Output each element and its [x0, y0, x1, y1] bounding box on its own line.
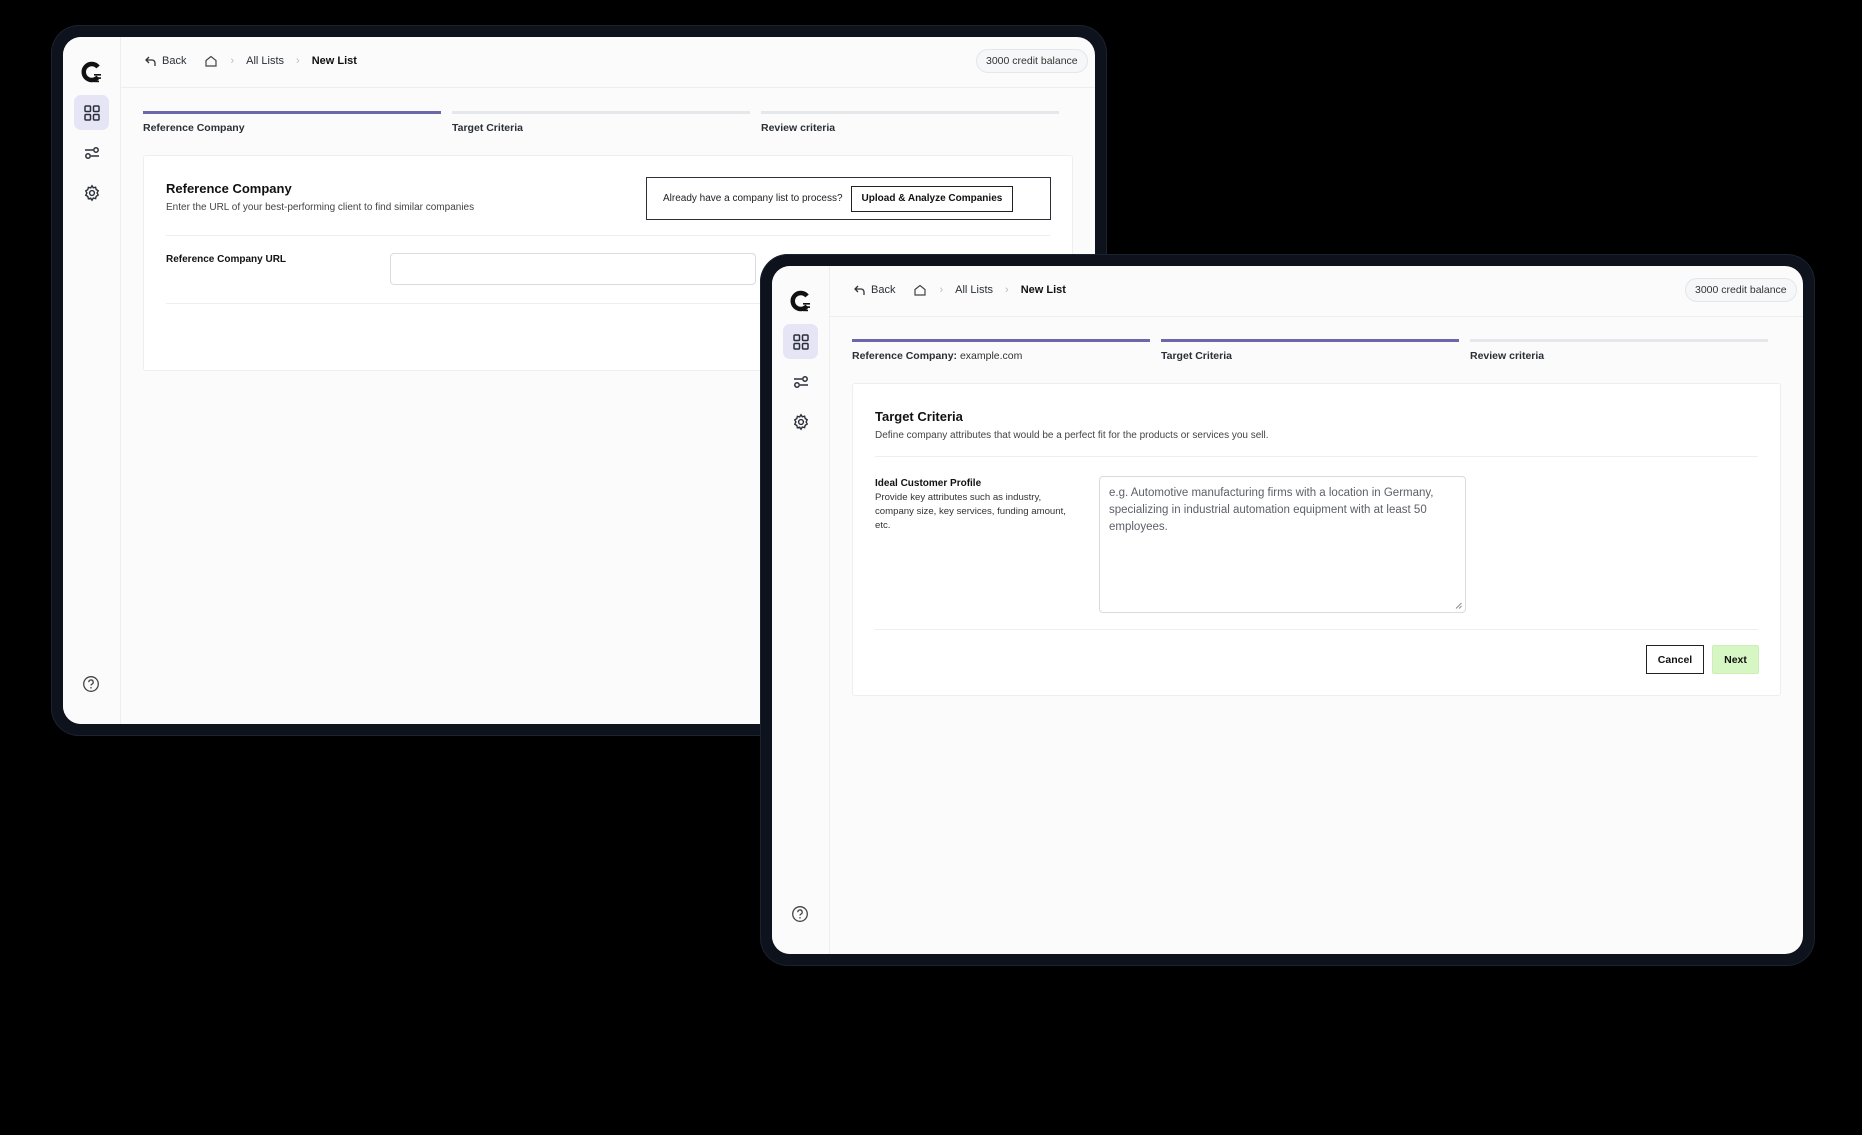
step-progress: Reference Company Target Criteria Review…	[143, 111, 1059, 141]
icp-label: Ideal Customer Profile	[875, 478, 982, 489]
icp-textarea[interactable]: e.g. Automotive manufacturing firms with…	[1099, 476, 1466, 613]
credit-balance-label: 3000 credit balance	[986, 55, 1078, 67]
step-review-criteria[interactable]: Review criteria	[761, 111, 1059, 141]
breadcrumb-all-lists[interactable]: All Lists	[246, 55, 284, 67]
breadcrumb: Back › All Lists › New List	[853, 283, 1066, 297]
sidebar-item-lists[interactable]	[783, 324, 818, 359]
sidebar-item-lists[interactable]	[74, 95, 109, 130]
step-target-criteria[interactable]: Target Criteria	[1161, 339, 1459, 369]
topbar: Back › All Lists › New List 3000 credit …	[829, 266, 1803, 317]
divider	[875, 629, 1758, 630]
sidebar-item-filters[interactable]	[783, 364, 818, 399]
logo-icon[interactable]	[79, 59, 105, 85]
sidebar-item-settings[interactable]	[74, 175, 109, 210]
card-title: Target Criteria	[875, 409, 963, 424]
sidebar-item-filters[interactable]	[74, 135, 109, 170]
credit-balance-label: 3000 credit balance	[1695, 284, 1787, 296]
reference-url-label: Reference Company URL	[166, 254, 287, 265]
step-target-criteria[interactable]: Target Criteria	[452, 111, 750, 141]
chevron-right-icon: ›	[230, 55, 235, 67]
step-review-criteria[interactable]: Review criteria	[1470, 339, 1768, 369]
back-button[interactable]: Back	[853, 284, 895, 297]
credit-balance-badge: 3000 credit balance	[976, 49, 1088, 73]
topbar: Back › All Lists › New List 3000 credit …	[120, 37, 1095, 88]
breadcrumb-new-list: New List	[311, 55, 357, 67]
step-label: Target Criteria	[1161, 350, 1232, 362]
credit-balance-badge: 3000 credit balance	[1685, 278, 1797, 302]
step-label: Reference Company	[143, 122, 245, 134]
front-window-screen: Back › All Lists › New List 3000 credit …	[772, 266, 1803, 954]
chevron-right-icon: ›	[1005, 284, 1009, 296]
help-icon[interactable]	[791, 905, 809, 923]
target-criteria-card: Target Criteria Define company attribute…	[852, 383, 1781, 696]
home-icon	[914, 284, 927, 296]
help-icon[interactable]	[82, 675, 100, 693]
step-progress: Reference Company: example.com Target Cr…	[852, 339, 1768, 369]
divider	[875, 456, 1758, 457]
upload-prompt-box: Already have a company list to process? …	[646, 177, 1051, 220]
dashboard-grid-icon	[83, 104, 100, 121]
step-reference-company[interactable]: Reference Company	[143, 111, 441, 141]
chevron-right-icon: ›	[296, 55, 300, 67]
next-button[interactable]: Next	[1712, 645, 1759, 674]
step-label: Review criteria	[1470, 350, 1545, 362]
front-window: Back › All Lists › New List 3000 credit …	[760, 254, 1815, 966]
divider	[166, 235, 1050, 236]
card-subtitle: Define company attributes that would be …	[875, 430, 1269, 441]
chevron-right-icon: ›	[939, 284, 944, 296]
gear-icon	[793, 412, 808, 431]
back-label: Back	[162, 55, 187, 67]
breadcrumb-new-list: New List	[1020, 284, 1066, 296]
card-title: Reference Company	[166, 181, 292, 196]
filters-icon	[793, 375, 808, 388]
breadcrumb-all-lists[interactable]: All Lists	[955, 284, 993, 296]
step-value: example.com	[959, 350, 1023, 362]
upload-analyze-button[interactable]: Upload & Analyze Companies	[850, 185, 1014, 212]
gear-icon	[84, 183, 99, 202]
step-label: Review criteria	[761, 122, 836, 134]
back-arrow-icon	[145, 56, 156, 66]
back-button[interactable]: Back	[144, 55, 186, 68]
upload-prompt-text: Already have a company list to process?	[663, 193, 843, 204]
breadcrumb-home[interactable]	[913, 283, 927, 297]
step-label: Target Criteria	[452, 122, 523, 134]
breadcrumb: Back › All Lists › New List	[144, 54, 357, 68]
back-label: Back	[871, 284, 896, 296]
step-reference-company[interactable]: Reference Company: example.com	[852, 339, 1150, 369]
resize-handle-icon[interactable]	[1455, 602, 1462, 609]
sidebar	[772, 266, 830, 954]
logo-icon[interactable]	[788, 288, 814, 314]
sidebar-item-settings[interactable]	[783, 404, 818, 439]
sidebar	[63, 37, 121, 724]
icp-description: Provide key attributes such as industry,…	[875, 492, 1066, 531]
breadcrumb-home[interactable]	[204, 54, 218, 68]
card-subtitle: Enter the URL of your best-performing cl…	[166, 202, 475, 213]
reference-url-input[interactable]	[390, 253, 756, 285]
dashboard-grid-icon	[792, 333, 809, 350]
step-label: Reference Company:	[852, 350, 958, 362]
cancel-button[interactable]: Cancel	[1646, 645, 1704, 674]
icp-placeholder: e.g. Automotive manufacturing firms with…	[1109, 487, 1434, 533]
home-icon	[205, 55, 218, 67]
filters-icon	[84, 146, 99, 159]
back-arrow-icon	[854, 285, 865, 295]
